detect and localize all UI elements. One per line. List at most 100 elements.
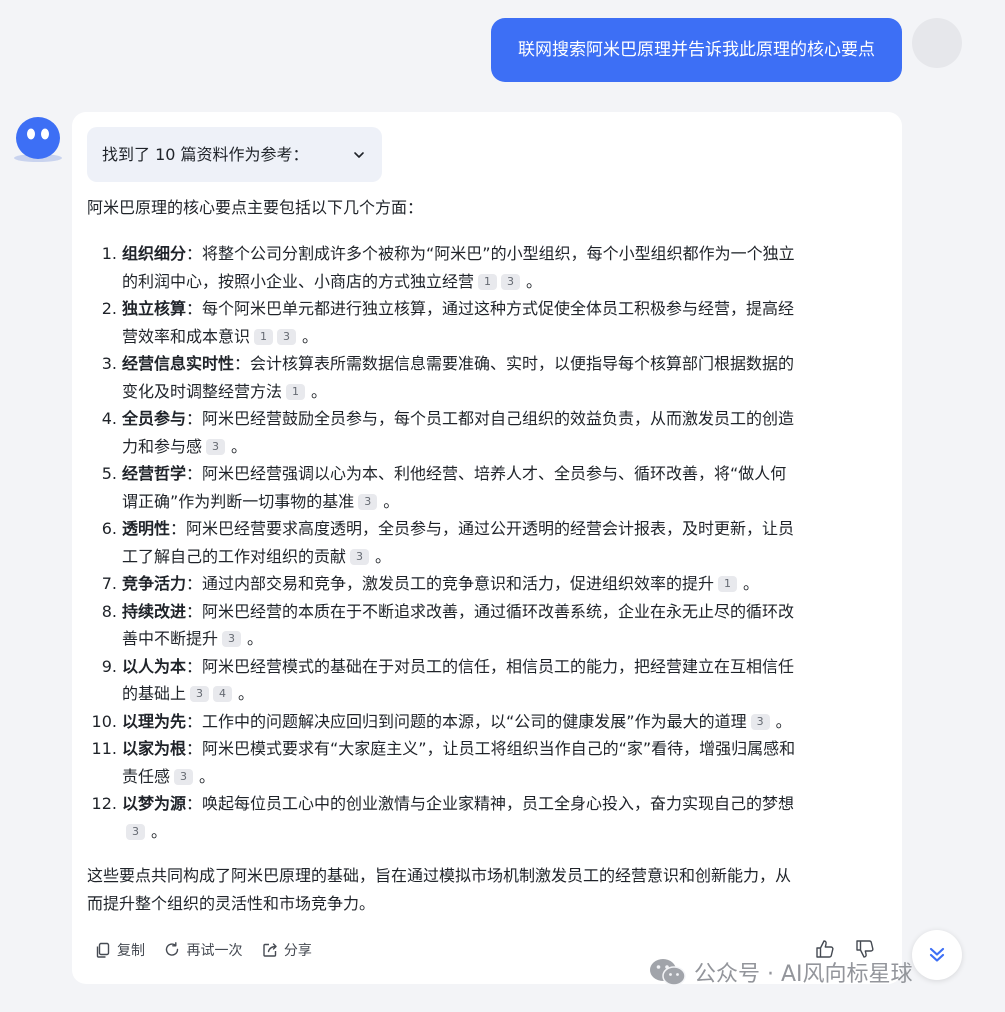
citation-badge[interactable]: 3	[277, 328, 297, 345]
key-point-title: 组织细分	[122, 244, 187, 263]
key-point-item: 8. 持续改进：阿米巴经营的本质在于不断追求改善，通过循环改善系统，企业在永无止尽…	[87, 598, 887, 653]
end-punctuation: 。	[375, 546, 392, 566]
end-punctuation: 。	[238, 684, 255, 703]
key-point-item: 6. 透明性：阿米巴经营要求高度透明，全员参与，通过公开透明的经营会计报表，及时更…	[87, 515, 887, 570]
key-point-item: 4. 全员参与：阿米巴经营鼓励全员参与，每个员工都对自己组织的效益负责，从而激发员…	[87, 405, 887, 460]
citation-badge[interactable]: 3	[750, 713, 770, 730]
citation-badge[interactable]: 1	[286, 383, 306, 400]
end-punctuation: 。	[231, 436, 248, 456]
key-point-title: 经营信息实时性	[122, 354, 235, 373]
key-point-item: 5. 经营哲学：阿米巴经营强调以心为本、利他经营、培养人才、全员参与、循环改善，将…	[87, 460, 887, 515]
key-point-text: ：将整个公司分割成许多个被称为“阿米巴”的小型组织，每个小型组织都作为一个独立	[186, 244, 795, 263]
user-message-bubble: 联网搜索阿米巴原理并告诉我此原理的核心要点	[491, 18, 902, 82]
key-point-title: 以梦为源	[122, 794, 187, 813]
key-point-text: ：会计核算表所需数据信息需要准确、实时，以便指导每个核算部门根据数据的	[234, 354, 795, 373]
key-point-text: ：阿米巴经营模式的基础在于对员工的信任，相信员工的能力，把经营建立在互相信任	[186, 656, 795, 676]
key-point-number: 10.	[91, 711, 117, 731]
citation-badge[interactable]: 3	[350, 548, 370, 565]
answer-summary: 这些要点共同构成了阿米巴原理的基础，旨在通过模拟市场机制激发员工的经营意识和创新…	[87, 862, 887, 918]
key-point-number: 3.	[101, 354, 117, 373]
end-punctuation: 。	[302, 326, 319, 346]
key-point-title: 以理为先	[122, 711, 187, 731]
key-point-text: ：阿米巴模式要求有“大家庭主义”，让员工将组织当作自己的“家”看待，增强归属感和	[186, 739, 796, 758]
key-point-text: ：阿米巴经营强调以心为本、利他经营、培养人才、全员参与、循环改善，将“做人何	[186, 464, 787, 483]
citation-badge[interactable]: 4	[213, 686, 233, 702]
key-point-item: 1. 组织细分：将整个公司分割成许多个被称为“阿米巴”的小型组织，每个小型组织都作…	[87, 240, 887, 295]
key-point-item: 10. 以理为先：工作中的问题解决应回归到问题的本源，以“公司的健康发展”作为最大…	[87, 708, 887, 736]
citation-badge[interactable]: 3	[174, 768, 194, 785]
citation-badge[interactable]: 3	[501, 273, 521, 290]
end-punctuation: 。	[526, 271, 543, 291]
share-label: 分享	[283, 943, 312, 959]
key-point-text: ：每个阿米巴单元都进行独立核算，通过这种方式促使全体员工积极参与经营，提高经	[186, 299, 795, 318]
key-point-number: 6.	[101, 519, 117, 538]
key-point-text: ：阿米巴经营鼓励全员参与，每个员工都对自己组织的效益负责，从而激发员工的创造	[186, 409, 795, 428]
citation-badge[interactable]: 3	[126, 823, 145, 840]
key-point-number: 4.	[101, 409, 117, 428]
key-point-number: 12.	[91, 794, 117, 813]
key-point-text: 工了解自己的工作对组织的贡献	[122, 546, 347, 566]
end-punctuation: 。	[743, 574, 760, 593]
references-label: 找到了 10 篇资料作为参考：	[102, 145, 309, 164]
share-button[interactable]: 分享	[261, 940, 312, 960]
key-point-text: 谓正确”作为判断一切事物的基准	[122, 491, 355, 511]
end-punctuation: 。	[311, 381, 328, 401]
retry-button[interactable]: 再试一次	[163, 940, 242, 960]
key-point-number: 8.	[101, 601, 117, 621]
key-point-number: 5.	[101, 464, 117, 483]
key-point-title: 以家为根	[122, 739, 187, 758]
end-punctuation: 。	[775, 711, 792, 731]
key-point-title: 竞争活力	[122, 574, 187, 593]
citation-badge[interactable]: 3	[358, 493, 378, 510]
key-point-text: 营效率和成本意识	[122, 326, 251, 346]
key-point-title: 独立核算	[122, 299, 187, 318]
key-point-title: 持续改进	[122, 601, 187, 621]
key-point-item: 9. 以人为本：阿米巴经营模式的基础在于对员工的信任，相信员工的能力，把经营建立在…	[87, 653, 887, 708]
refresh-icon	[166, 942, 179, 956]
references-dropdown[interactable]: 找到了 10 篇资料作为参考：	[87, 127, 382, 182]
key-point-text: 变化及时调整经营方法	[122, 381, 283, 401]
user-avatar[interactable]	[912, 18, 962, 68]
key-point-text: ：唤起每位员工心中的创业激情与企业家精神，员工全身心投入，奋力实现自己的梦想	[186, 794, 795, 813]
key-point-text: ：通过内部交易和竞争，激发员工的竞争意识和活力，促进组织效率的提升	[186, 574, 715, 593]
key-point-title: 以人为本	[122, 656, 187, 676]
key-point-number: 1.	[101, 244, 117, 263]
key-point-title: 透明性	[122, 519, 171, 538]
answer-actions: 复制 再试一次 分享	[94, 940, 326, 964]
key-point-number: 2.	[101, 299, 117, 318]
assistant-bot-icon	[14, 117, 62, 162]
double-chevron-down-icon	[929, 947, 945, 962]
wechat-icon	[650, 959, 686, 986]
chevron-down-icon	[354, 152, 364, 158]
key-point-text: ：阿米巴经营要求高度透明，全员参与，通过公开透明的经营会计报表，及时更新，让员	[170, 519, 795, 538]
end-punctuation: 。	[383, 491, 400, 511]
end-punctuation: 。	[247, 629, 264, 648]
key-points-list: 1. 组织细分：将整个公司分割成许多个被称为“阿米巴”的小型组织，每个小型组织都作…	[87, 240, 887, 845]
summary-line: 而提升整个组织的灵活性和市场竞争力。	[87, 894, 376, 913]
assistant-answer-card: 找到了 10 篇资料作为参考： 阿米巴原理的核心要点主要包括以下几个方面： 1.…	[72, 112, 902, 984]
scroll-to-bottom-button[interactable]	[912, 930, 962, 980]
answer-intro: 阿米巴原理的核心要点主要包括以下几个方面：	[87, 198, 424, 217]
citation-badge[interactable]: 1	[254, 328, 274, 345]
key-point-item: 7. 竞争活力：通过内部交易和竞争，激发员工的竞争意识和活力，促进组织效率的提升 1…	[87, 570, 887, 598]
watermark: 公众号 · AI风向标星球	[648, 955, 913, 989]
end-punctuation: 。	[151, 821, 168, 841]
key-point-text: 的基础上	[122, 684, 187, 703]
key-point-text: 力和参与感	[122, 436, 203, 456]
watermark-text: 公众号 · AI风向标星球	[694, 962, 913, 987]
key-point-item: 3. 经营信息实时性：会计核算表所需数据信息需要准确、实时，以便指导每个核算部门根…	[87, 350, 887, 405]
copy-label: 复制	[117, 943, 145, 959]
key-point-item: 2. 独立核算：每个阿米巴单元都进行独立核算，通过这种方式促使全体员工积极参与经营…	[87, 295, 887, 350]
citation-badge[interactable]: 3	[222, 631, 242, 647]
citation-badge[interactable]: 3	[190, 686, 210, 702]
key-point-text: 责任感	[122, 766, 171, 786]
citation-badge[interactable]: 3	[206, 438, 226, 455]
copy-button[interactable]: 复制	[94, 940, 145, 960]
assistant-avatar	[12, 114, 64, 166]
citation-badge[interactable]: 1	[718, 576, 738, 592]
summary-line: 这些要点共同构成了阿米巴原理的基础，旨在通过模拟市场机制激发员工的经营意识和创新…	[87, 866, 792, 885]
user-message-row: 联网搜索阿米巴原理并告诉我此原理的核心要点	[0, 18, 1005, 82]
share-icon	[263, 943, 277, 957]
key-point-number: 7.	[101, 574, 117, 593]
citation-badge[interactable]: 1	[478, 273, 498, 290]
